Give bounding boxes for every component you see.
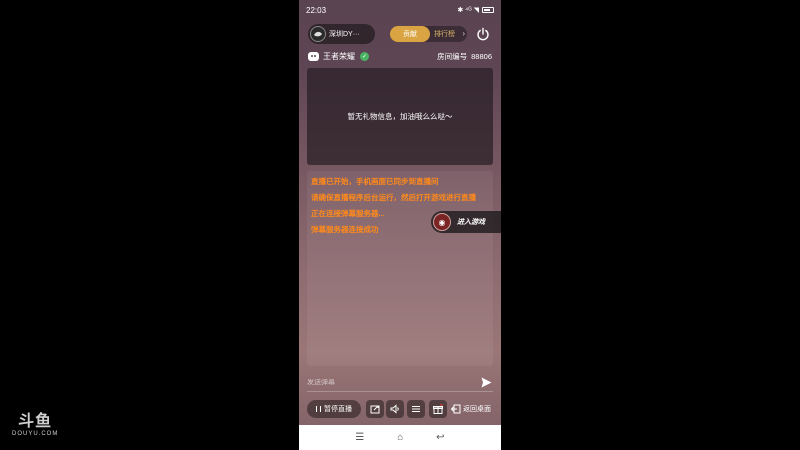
streamer-name: 深圳DY··· xyxy=(329,31,360,38)
tab-contribution[interactable]: 贡献 xyxy=(390,26,430,42)
power-icon xyxy=(477,27,489,41)
pause-live-button[interactable]: 暂停直播 xyxy=(307,400,361,418)
chat-message: 请确保直播程序后台运行，然后打开游戏进行直播 xyxy=(311,193,476,202)
return-desktop-icon xyxy=(451,404,461,414)
signal-icons: ✱ ⁴ᴳ ◥ xyxy=(457,7,479,14)
share-button[interactable] xyxy=(366,400,384,418)
nav-menu-icon[interactable]: ☰ xyxy=(355,432,364,443)
phone-screen: 22:03 ✱ ⁴ᴳ ◥ 深圳DY··· 贡献 排行榜 › 王者荣耀 ✓ 房间编… xyxy=(299,0,501,450)
danmaku-input[interactable] xyxy=(307,379,467,386)
game-avatar-icon: ◉ xyxy=(433,213,451,231)
gift-icon xyxy=(433,404,443,414)
header-tabs: 贡献 排行榜 › xyxy=(390,26,467,42)
status-bar: 22:03 ✱ ⁴ᴳ ◥ xyxy=(299,0,501,20)
fish-logo-icon xyxy=(314,31,322,37)
return-desktop-label: 返回桌面 xyxy=(463,406,491,413)
verified-icon: ✓ xyxy=(360,51,369,61)
room-number: 88806 xyxy=(471,51,492,61)
status-time: 22:03 xyxy=(306,5,327,15)
room-label: 房间编号 xyxy=(437,51,468,61)
chat-message: 直播已开始，手机画面已同步到直播间 xyxy=(311,177,439,186)
return-desktop-button[interactable]: 返回桌面 xyxy=(451,400,495,418)
battery-icon xyxy=(482,7,494,13)
send-button[interactable] xyxy=(479,376,493,390)
share-icon xyxy=(370,405,380,414)
douyu-watermark: 斗鱼 DOUYU.COM xyxy=(12,413,59,438)
bottom-toolbar: 暂停直播 返回桌面 xyxy=(299,399,501,419)
pause-icon xyxy=(316,406,321,412)
enter-game-button[interactable]: ◉ 进入游戏 xyxy=(431,211,501,233)
speaker-icon xyxy=(390,404,399,414)
watermark-domain: DOUYU.COM xyxy=(12,431,59,437)
avatar xyxy=(310,26,326,42)
menu-button[interactable] xyxy=(407,400,425,418)
gift-panel: 暂无礼物信息，加油哦么么哒～ xyxy=(307,68,493,165)
volume-button[interactable] xyxy=(386,400,404,418)
send-icon xyxy=(481,377,491,388)
gift-button[interactable] xyxy=(429,400,447,418)
nav-back-icon[interactable]: ↩ xyxy=(436,432,444,443)
system-nav-bar: ☰ ⌂ ↩ xyxy=(299,425,501,450)
streamer-info[interactable]: 深圳DY··· xyxy=(308,24,375,44)
chat-panel[interactable]: 直播已开始，手机画面已同步到直播间 请确保直播程序后台运行，然后打开游戏进行直播… xyxy=(307,171,493,366)
game-name: 王者荣耀 xyxy=(323,51,355,61)
tab-ranking-label: 排行榜 xyxy=(434,31,455,38)
live-header: 深圳DY··· 贡献 排行榜 › xyxy=(299,22,501,46)
nav-home-icon[interactable]: ⌂ xyxy=(397,432,403,443)
danmaku-input-row xyxy=(307,374,493,392)
gamepad-icon xyxy=(308,51,319,61)
game-info-row: 王者荣耀 ✓ 房间编号 88806 xyxy=(299,48,501,64)
gift-empty-text: 暂无礼物信息，加油哦么么哒～ xyxy=(347,112,453,121)
power-button[interactable] xyxy=(474,25,492,43)
pause-live-label: 暂停直播 xyxy=(324,406,352,413)
chevron-right-icon: › xyxy=(462,29,465,38)
enter-game-label: 进入游戏 xyxy=(457,219,485,226)
watermark-logo: 斗鱼 xyxy=(18,413,53,430)
menu-icon xyxy=(412,406,420,412)
status-icons: ✱ ⁴ᴳ ◥ xyxy=(457,6,494,14)
